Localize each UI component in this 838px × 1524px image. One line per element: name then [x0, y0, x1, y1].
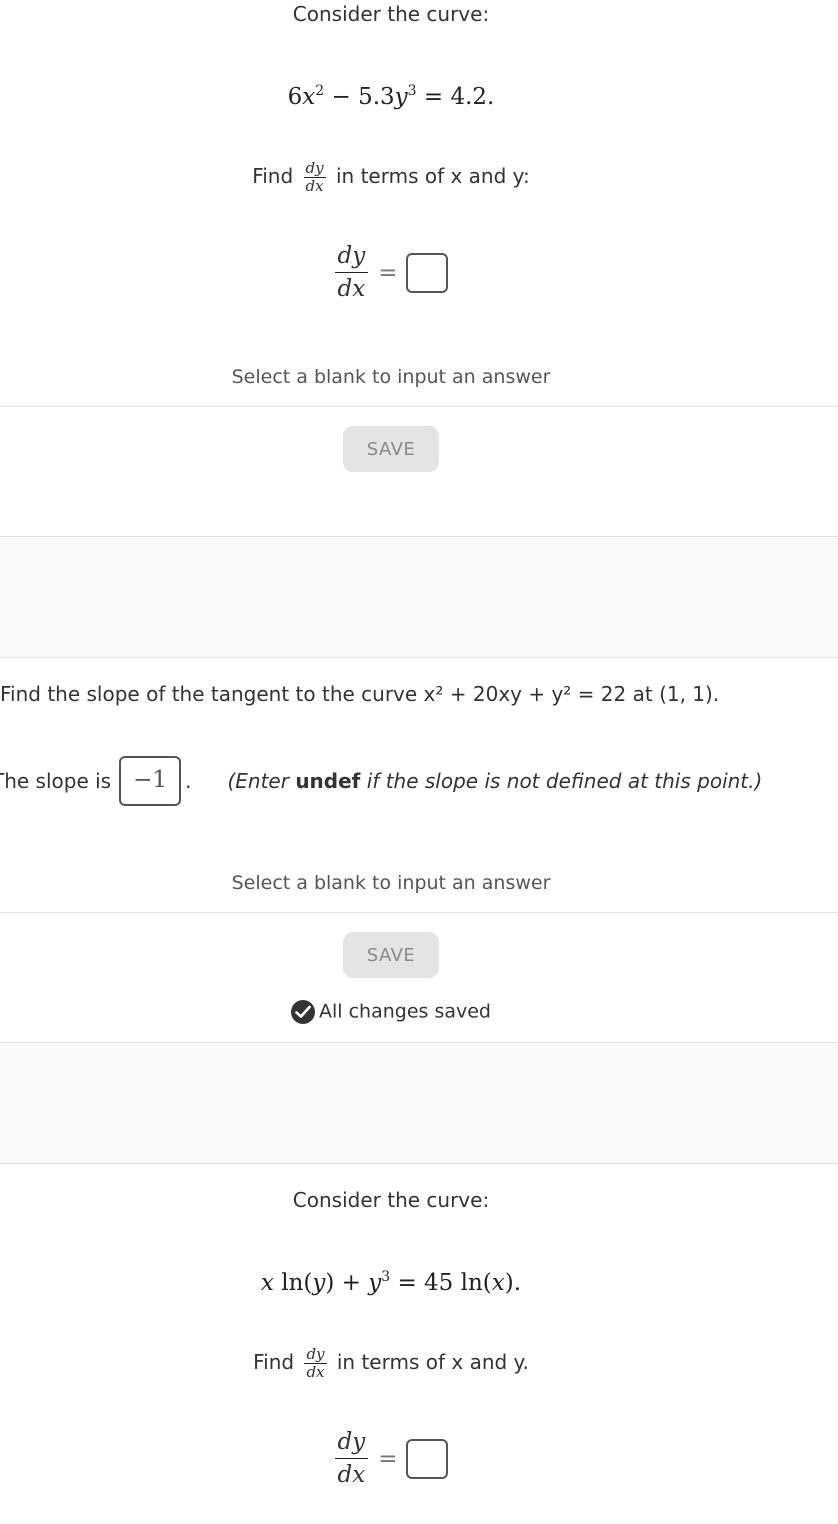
q2-slope-input[interactable]: −1 — [119, 756, 182, 806]
q3-answer-row: dy dx = — [0, 1428, 782, 1489]
q3-find-line: Find dy dx in terms of x and y. — [0, 1346, 782, 1381]
q2-slope-prefix: The slope is — [0, 769, 112, 793]
q1-dydx: dy dx — [334, 242, 369, 303]
q1-hint: Select a blank to input an answer — [231, 366, 551, 388]
q1-equals: = — [378, 259, 398, 286]
section-separator-2 — [0, 1042, 838, 1164]
q1-divider — [0, 406, 838, 407]
q1-find-line: Find dy dx in terms of x and y: — [0, 160, 782, 195]
q2-saved-text: All changes saved — [319, 1000, 491, 1023]
section-separator-1 — [0, 536, 838, 658]
q2-note-post: if the slope is not defined at this poin… — [366, 769, 763, 793]
q3-equation: x ln(y) + y3 = 45 ln(x). — [260, 1269, 522, 1296]
q2-period: . — [185, 769, 192, 793]
q1-equation: 6x2 − 5.3y3 = 4.2. — [287, 83, 495, 110]
q1-intro: Consider the curve: — [292, 2, 490, 26]
q3-equals: = — [378, 1445, 398, 1472]
q3-intro: Consider the curve: — [292, 1188, 490, 1212]
q2-divider — [0, 912, 838, 913]
q2-note: (Enter undef if the slope is not defined… — [227, 769, 762, 793]
q1-find-prefix: Find — [252, 164, 294, 188]
q1-answer-row: dy dx = — [0, 242, 782, 303]
q2-save-button[interactable]: SAVE — [343, 932, 439, 978]
q2-note-bold: undef — [295, 769, 361, 793]
q2-slope-row: The slope is −1 . (Enter undef if the sl… — [0, 756, 762, 806]
q1-find-suffix: in terms of x and y: — [335, 164, 530, 188]
q2-note-pre: (Enter — [227, 769, 289, 793]
q1-dydx-small: dy dx — [303, 159, 326, 195]
q3-find-suffix: in terms of x and y. — [336, 1350, 529, 1374]
q2-saved-status: All changes saved — [0, 1000, 782, 1024]
q3-dydx-small: dy dx — [304, 1345, 327, 1381]
q1-save-button[interactable]: SAVE — [343, 426, 439, 472]
check-icon — [291, 1000, 315, 1024]
q1-answer-blank[interactable] — [405, 252, 448, 293]
q2-hint: Select a blank to input an answer — [231, 872, 551, 894]
q3-answer-blank[interactable] — [405, 1438, 448, 1479]
q3-dydx: dy dx — [334, 1428, 369, 1489]
q3-find-prefix: Find — [253, 1350, 295, 1374]
q2-question: Find the slope of the tangent to the cur… — [0, 682, 720, 706]
